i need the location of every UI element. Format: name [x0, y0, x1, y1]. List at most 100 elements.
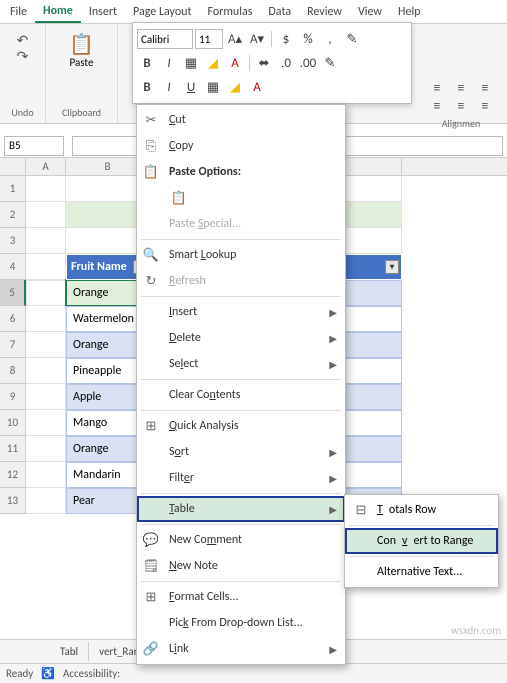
row-7[interactable]: 7	[0, 332, 26, 358]
ctx-table[interactable]: Table▶	[137, 496, 345, 522]
row-11[interactable]: 11	[0, 436, 26, 462]
chevron-right-icon: ▶	[329, 306, 337, 319]
context-menu: ✂Cut ⎘Copy 📋Paste Options: 📋 Paste Speci…	[136, 104, 346, 665]
italic2-icon[interactable]: I	[159, 77, 179, 97]
row-5[interactable]: 5	[0, 280, 26, 306]
tab-help[interactable]: Help	[390, 2, 429, 22]
row-6[interactable]: 6	[0, 306, 26, 332]
ctx-select[interactable]: Select▶	[137, 351, 345, 377]
font-name-input[interactable]	[137, 29, 193, 49]
sheet-tab[interactable]: Tabl	[50, 642, 89, 661]
row-2[interactable]: 2	[0, 202, 26, 228]
ctx-delete[interactable]: Delete▶	[137, 325, 345, 351]
align-bot-icon[interactable]: ≡	[477, 79, 493, 95]
align-mid-icon[interactable]: ≡	[453, 79, 469, 95]
row-13[interactable]: 13	[0, 488, 26, 514]
fill2-icon[interactable]: ◢	[225, 77, 245, 97]
sub-totals[interactable]: ⊟Totals Row	[345, 497, 498, 523]
status-ready: Ready	[6, 667, 33, 680]
decrease-font-icon[interactable]: A▾	[247, 29, 267, 49]
col-a[interactable]: A	[26, 158, 66, 175]
group-label-alignment: Alignmen	[429, 115, 493, 130]
ctx-paste[interactable]: 📋	[137, 185, 345, 211]
bold2-icon[interactable]: B	[137, 77, 157, 97]
align-left-icon[interactable]: ≡	[429, 97, 445, 113]
sub-convert-to-range[interactable]: Convert to Range	[345, 528, 498, 554]
table-submenu: ⊟Totals Row Convert to Range Alternative…	[344, 494, 499, 588]
fill-color-icon[interactable]: ◢	[203, 53, 223, 73]
decimal-inc-icon[interactable]: .0	[276, 53, 296, 73]
ctx-filter[interactable]: Filter▶	[137, 465, 345, 491]
accessibility-icon[interactable]: ♿	[41, 667, 55, 680]
border-icon[interactable]: ▦	[181, 53, 201, 73]
status-accessibility: Accessibility:	[63, 667, 120, 680]
decimal-dec-icon[interactable]: .00	[298, 53, 318, 73]
ctx-sort[interactable]: Sort▶	[137, 439, 345, 465]
row-1[interactable]: 1	[0, 176, 26, 202]
border2-icon[interactable]: ▦	[203, 77, 223, 97]
tab-review[interactable]: Review	[299, 2, 350, 22]
ctx-copy[interactable]: ⎘Copy	[137, 133, 345, 159]
ctx-newnote[interactable]: 🗒New Note	[137, 553, 345, 579]
tab-formulas[interactable]: Formulas	[199, 2, 260, 22]
totals-icon: ⊟	[351, 503, 371, 518]
align-center-icon[interactable]: ≡	[453, 97, 469, 113]
paste-label: Paste	[70, 56, 94, 69]
font-size-input[interactable]	[195, 29, 223, 49]
row-9[interactable]: 9	[0, 384, 26, 410]
percent-icon[interactable]: %	[298, 29, 318, 49]
row-8[interactable]: 8	[0, 358, 26, 384]
paste-button[interactable]: 📋 Paste	[62, 28, 102, 73]
fontcolor2-icon[interactable]: A	[247, 77, 267, 97]
ctx-refresh: ↻Refresh	[137, 268, 345, 294]
merge-icon[interactable]: ⬌	[254, 53, 274, 73]
format-icon: ⊞	[141, 590, 161, 605]
filter-dropdown-icon[interactable]: ▾	[385, 260, 399, 274]
chevron-right-icon: ▶	[329, 446, 337, 459]
row-4[interactable]: 4	[0, 254, 26, 280]
bold-icon[interactable]: B	[137, 53, 157, 73]
row-10[interactable]: 10	[0, 410, 26, 436]
ctx-pickdropdown[interactable]: Pick From Drop-down List...	[137, 610, 345, 636]
ctx-quickanalysis[interactable]: ⊞Quick Analysis	[137, 413, 345, 439]
font-color-icon[interactable]: A	[225, 53, 245, 73]
italic-icon[interactable]: I	[159, 53, 179, 73]
ctx-link[interactable]: 🔗Link▶	[137, 636, 345, 662]
tab-insert[interactable]: Insert	[81, 2, 125, 22]
group-label-undo: Undo	[11, 104, 33, 119]
comment-icon: 💬	[141, 533, 161, 548]
search-icon: 🔍	[141, 248, 161, 263]
increase-font-icon[interactable]: A▴	[225, 29, 245, 49]
ctx-pastespecial: Paste Special...	[137, 211, 345, 237]
tab-data[interactable]: Data	[260, 2, 299, 22]
ctx-smartlookup[interactable]: 🔍Smart Lookup	[137, 242, 345, 268]
sub-alttext[interactable]: Alternative Text...	[345, 559, 498, 585]
tab-view[interactable]: View	[350, 2, 390, 22]
tab-pagelayout[interactable]: Page Layout	[125, 2, 199, 22]
cut-icon: ✂	[141, 113, 161, 128]
ctx-newcomment[interactable]: 💬New Comment	[137, 527, 345, 553]
select-all-corner[interactable]	[0, 158, 26, 175]
refresh-icon: ↻	[141, 274, 161, 289]
tab-home[interactable]: Home	[35, 1, 81, 23]
underline-icon[interactable]: U	[181, 77, 201, 97]
redo-icon: ↷	[15, 48, 31, 64]
align-top-icon[interactable]: ≡	[429, 79, 445, 95]
ctx-clear[interactable]: Clear Contents	[137, 382, 345, 408]
currency-icon[interactable]: $	[276, 29, 296, 49]
quick-analysis-icon: ⊞	[141, 419, 161, 434]
undo-icon: ↶	[15, 32, 31, 48]
undo-button[interactable]: ↶ ↷	[3, 28, 43, 68]
comma-icon[interactable]: ,	[320, 29, 340, 49]
ctx-cut[interactable]: ✂Cut	[137, 107, 345, 133]
row-12[interactable]: 12	[0, 462, 26, 488]
ctx-insert[interactable]: Insert▶	[137, 299, 345, 325]
row-3[interactable]: 3	[0, 228, 26, 254]
format-icon[interactable]: ✎	[320, 53, 340, 73]
copy-icon: ⎘	[141, 139, 161, 154]
format-painter-icon[interactable]: ✎	[342, 29, 362, 49]
name-box[interactable]	[4, 136, 64, 156]
align-right-icon[interactable]: ≡	[477, 97, 493, 113]
ctx-formatcells[interactable]: ⊞Format Cells...	[137, 584, 345, 610]
tab-file[interactable]: File	[2, 2, 35, 22]
